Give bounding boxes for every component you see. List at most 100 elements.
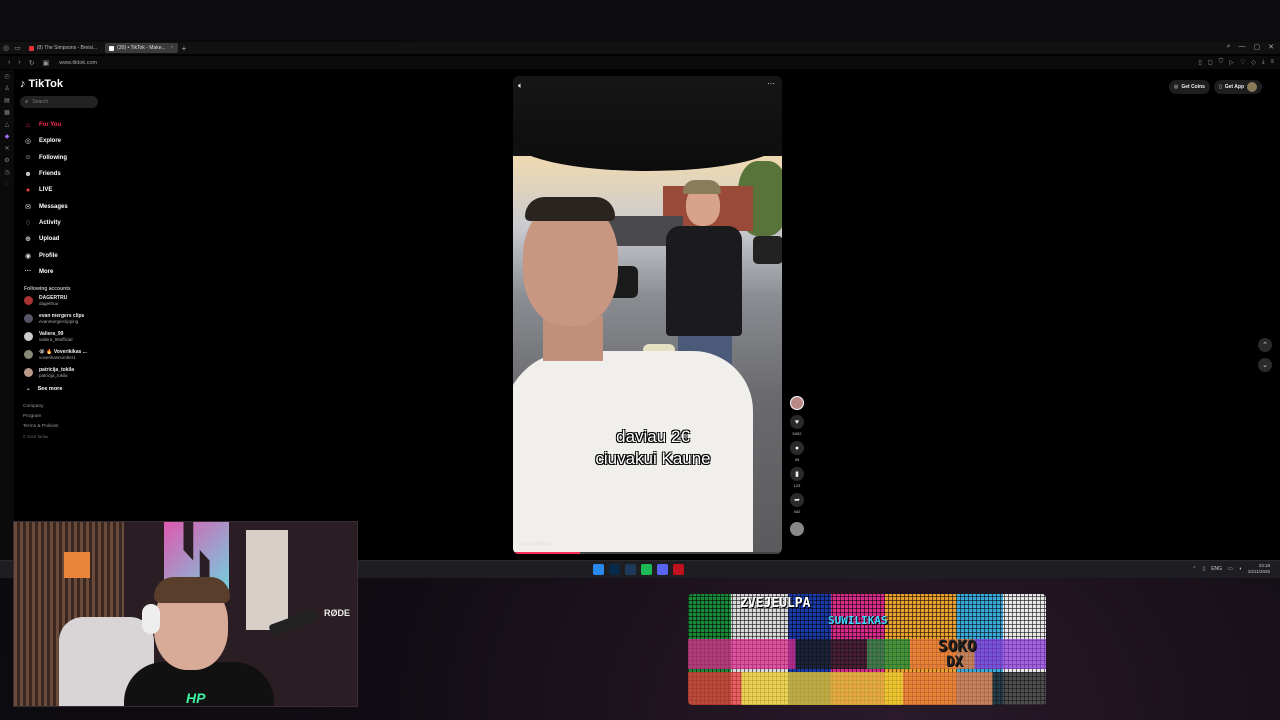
bookmark-icon[interactable]: ▯: [1198, 59, 1201, 66]
windows-start-icon[interactable]: [593, 564, 604, 575]
video-progress-bar[interactable]: [513, 552, 782, 554]
youtube-favicon-icon: [28, 45, 34, 51]
video-young-man: [513, 197, 753, 554]
footer-company-link[interactable]: Company: [23, 404, 140, 414]
more-options-icon[interactable]: ···: [767, 79, 775, 88]
minimize-icon[interactable]: —: [1239, 43, 1246, 51]
account-item[interactable]: Valiera_99 valiera_99official: [20, 328, 140, 346]
nav-upload[interactable]: ⊕ Upload: [20, 231, 140, 247]
nav-label: For You: [39, 122, 62, 129]
search-box[interactable]: ⌕: [20, 96, 98, 108]
share-icon[interactable]: ➦: [790, 493, 804, 507]
opera-icon[interactable]: [673, 564, 684, 575]
volume-icon[interactable]: 🔈︎: [518, 81, 523, 91]
get-coins-button[interactable]: ◎ Get Coins: [1168, 80, 1210, 94]
nav-for-you[interactable]: ⌂ For You: [20, 117, 140, 133]
music-disc-icon[interactable]: [790, 522, 804, 536]
sidebar-app2-icon[interactable]: ◆: [5, 133, 10, 140]
screenshot-icon[interactable]: ◻: [1208, 59, 1213, 66]
compass-icon: ◎: [24, 138, 32, 146]
more-icon: ···: [24, 268, 32, 276]
sidebar-settings-icon[interactable]: ⚙: [4, 157, 9, 164]
nav-more[interactable]: ··· More: [20, 264, 140, 280]
footer-terms-link[interactable]: Terms & Policies: [23, 424, 140, 434]
volume-tray-icon[interactable]: ◖: [1239, 566, 1242, 572]
nav-live[interactable]: ● LIVE: [20, 182, 140, 198]
shield-icon[interactable]: ⛉: [1219, 59, 1224, 66]
banner-text: DX: [946, 654, 963, 670]
sidebar-bookmark-icon[interactable]: ♙: [4, 85, 9, 92]
share-action[interactable]: ➦ 442: [790, 493, 804, 514]
tab-label: (30) • TikTok - Make...: [117, 45, 166, 51]
search-input[interactable]: [32, 99, 88, 105]
account-item[interactable]: evan mergers clips evanmergerclipping: [20, 310, 140, 328]
address-bar: ‹ › ↻ ▣ www.tiktok.com ▯ ◻ ⛉ ▷ ♡ ◇ ⤓ ≡: [0, 56, 1280, 69]
search-tabs-icon[interactable]: ⌕: [1227, 43, 1231, 51]
previous-video-button[interactable]: ⌃: [1258, 338, 1272, 352]
tab-close-icon[interactable]: ×: [171, 45, 174, 51]
new-tab-button[interactable]: +: [182, 44, 187, 53]
tray-app-icon[interactable]: ▯: [1202, 566, 1205, 572]
reload-icon[interactable]: ↻: [29, 59, 35, 67]
spotify-icon[interactable]: [641, 564, 652, 575]
maximize-icon[interactable]: ▢: [1254, 43, 1261, 51]
video-caption: daviau 2€ ciuvakui Kaune: [573, 426, 733, 470]
system-tray: ⌃ ▯ ENG ▭ ◖ 23:18 10/11/2025: [1192, 563, 1270, 575]
save-action[interactable]: ▮ 123: [790, 467, 804, 488]
bell-icon: ♢: [24, 219, 32, 227]
get-app-button[interactable]: ▯ Get App: [1213, 80, 1262, 94]
next-video-button[interactable]: ⌄: [1258, 358, 1272, 372]
tiktok-logo[interactable]: ♪ TikTok: [20, 78, 140, 90]
sidebar-more-icon[interactable]: ◌: [5, 181, 9, 187]
see-more-button[interactable]: ⌄ See more: [20, 382, 140, 396]
nav-friends[interactable]: ☻ Friends: [20, 166, 140, 182]
sidebar-notes-icon[interactable]: ▤: [4, 97, 10, 104]
footer-program-link[interactable]: Program: [23, 414, 140, 424]
video-author-handle[interactable]: mazva kk20lam: [519, 541, 550, 546]
comment-icon[interactable]: ●: [790, 441, 804, 455]
account-item[interactable]: patricija_tokila patricija_tokila: [20, 364, 140, 382]
user-avatar[interactable]: [1247, 82, 1257, 92]
sidebar-x-icon[interactable]: ✕: [4, 145, 9, 152]
live-icon: ●: [25, 186, 31, 194]
nav-following[interactable]: ☺ Following: [20, 150, 140, 166]
forward-icon[interactable]: ›: [18, 59, 20, 66]
menu-icon[interactable]: ≡: [1270, 59, 1274, 66]
account-item[interactable]: DAGERTRU dagertruu: [20, 292, 140, 310]
network-icon[interactable]: ▭: [1228, 566, 1233, 572]
photoshop-icon[interactable]: [609, 564, 620, 575]
nav-messages[interactable]: ✉ Messages: [20, 198, 140, 214]
like-action[interactable]: ♥ 5492: [790, 415, 804, 436]
nav-activity[interactable]: ♢ Activity: [20, 215, 140, 231]
discord-icon[interactable]: [657, 564, 668, 575]
tray-chevron-icon[interactable]: ⌃: [1192, 566, 1196, 572]
sidebar-clock-icon[interactable]: ◷: [4, 169, 9, 176]
browser-tab-simpsons[interactable]: (8) The Simpsons - Breisi...: [25, 43, 101, 53]
url-text[interactable]: www.tiktok.com: [59, 60, 97, 66]
sidebar-app-icon[interactable]: △: [5, 121, 10, 128]
browser-menu-icon[interactable]: ◎: [3, 44, 9, 52]
heart-icon[interactable]: ♥: [790, 415, 804, 429]
close-window-icon[interactable]: ✕: [1268, 43, 1274, 51]
heart-icon[interactable]: ♡: [1240, 59, 1245, 66]
sidebar-panel-icon[interactable]: ▦: [4, 109, 10, 116]
creator-avatar[interactable]: [790, 396, 804, 410]
download-icon[interactable]: ⤓: [1262, 59, 1265, 66]
account-item[interactable]: 😭 🔥 Voverikikas ... voverikasnumber1: [20, 346, 140, 364]
app-icon[interactable]: [625, 564, 636, 575]
back-icon[interactable]: ‹: [8, 59, 10, 66]
wallet-icon[interactable]: ◇: [1251, 59, 1256, 66]
bookmark-icon[interactable]: ▮: [790, 467, 804, 481]
play-icon[interactable]: ▷: [1229, 59, 1234, 66]
nav-profile[interactable]: ◉ Profile: [20, 247, 140, 263]
nav-explore[interactable]: ◎ Explore: [20, 133, 140, 149]
clock[interactable]: 23:18 10/11/2025: [1248, 563, 1270, 575]
comment-action[interactable]: ● 49: [790, 441, 804, 462]
tab-overview-icon[interactable]: ▭: [14, 44, 21, 52]
browser-tab-tiktok[interactable]: (30) • TikTok - Make... ×: [105, 43, 178, 53]
language-indicator[interactable]: ENG: [1211, 566, 1222, 572]
site-info-icon[interactable]: ▣: [43, 59, 50, 67]
video-player[interactable]: 🔈︎ ··· daviau 2€ ciuvakui Kaune mazva kk…: [513, 76, 782, 554]
tiktok-note-icon: ♪: [20, 78, 26, 90]
sidebar-history-icon[interactable]: ◴: [4, 73, 9, 80]
